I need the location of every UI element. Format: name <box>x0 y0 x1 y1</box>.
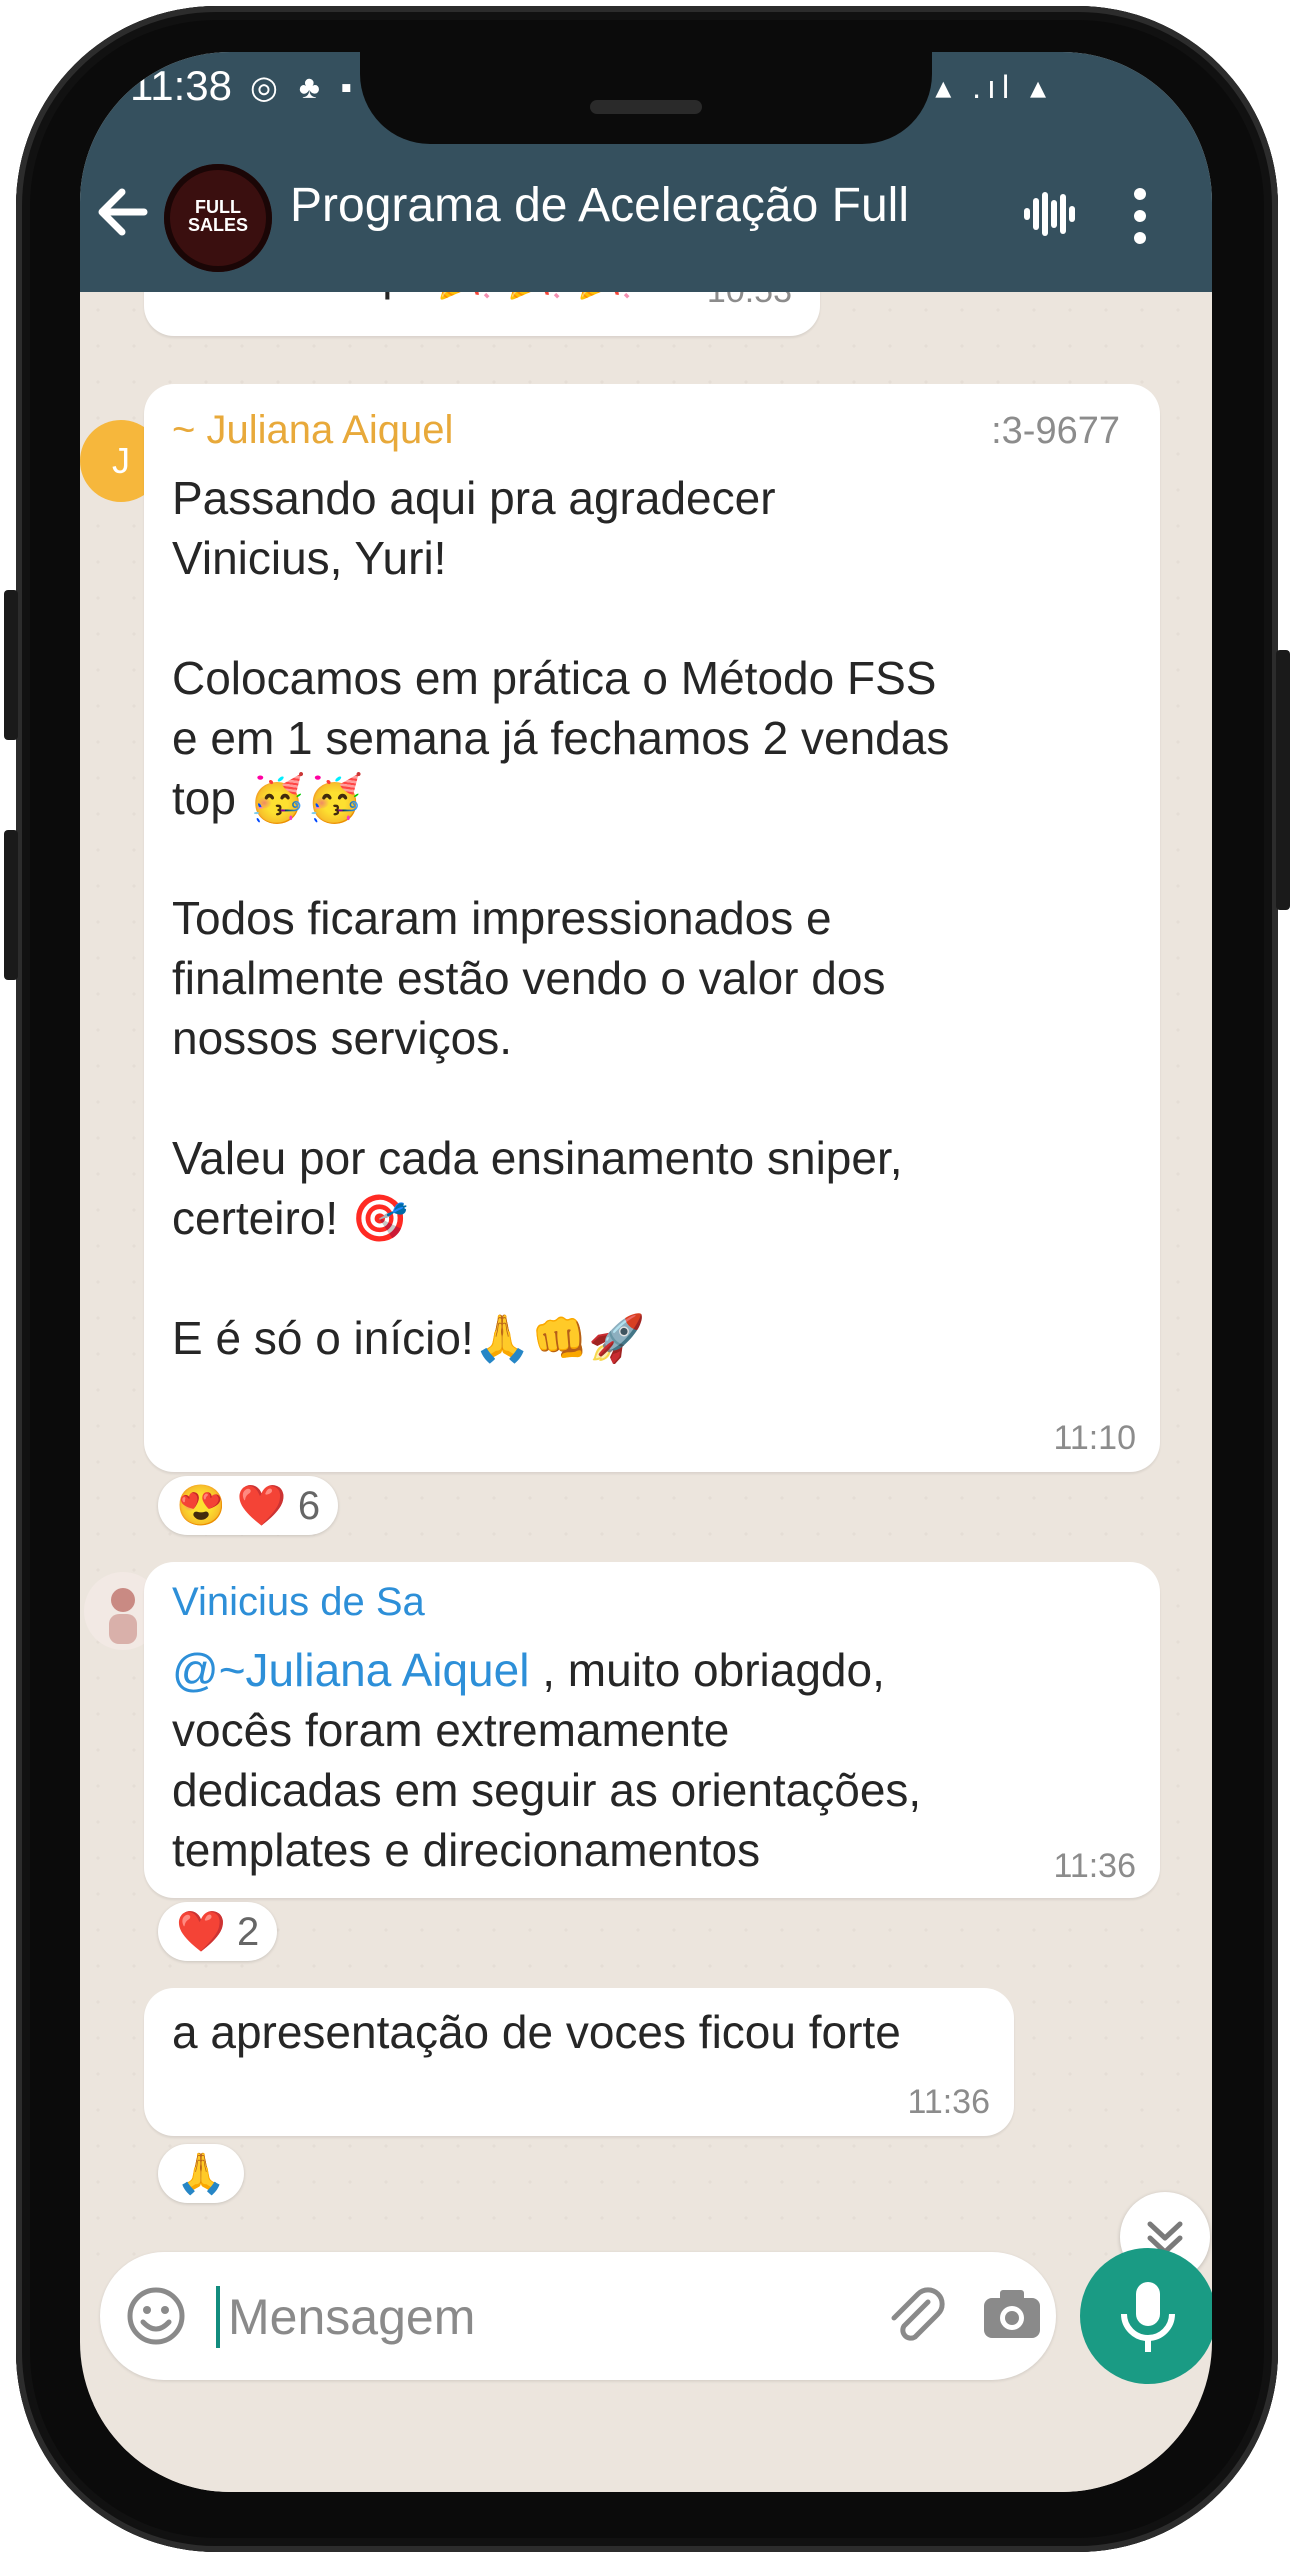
reaction-emojis: ❤️ <box>176 1910 226 1954</box>
reaction-pill[interactable]: 🙏 <box>158 2144 244 2203</box>
navigation-area <box>80 2404 1212 2492</box>
message-time: 11:36 <box>907 2083 990 2121</box>
microphone-icon <box>1121 2282 1175 2352</box>
reaction-emojis: 🙏 <box>176 2152 226 2196</box>
power-button <box>1276 650 1290 910</box>
chat-header: FULL SALES Programa de Aceleração Full..… <box>80 144 1212 292</box>
attach-icon[interactable] <box>880 2280 950 2350</box>
reaction-pill[interactable]: 😍 ❤️ 6 <box>158 1476 339 1535</box>
reaction-count: 6 <box>297 1484 321 1528</box>
message-composer <box>100 2252 1056 2380</box>
back-arrow-icon[interactable] <box>90 172 160 252</box>
emoji-icon[interactable] <box>124 2284 188 2348</box>
earpiece-speaker <box>590 100 702 114</box>
sender-name[interactable]: Vinicius de Sa <box>172 1580 425 1625</box>
mention-link[interactable]: @~Juliana Aiquel <box>172 1644 529 1696</box>
status-time: 11:38 <box>130 62 232 109</box>
message-text: a apresentação de voces ficou forte <box>172 2006 901 2058</box>
microphone-button[interactable] <box>1080 2248 1212 2384</box>
status-icons-right: ▴ .ıl ▴ <box>935 69 1052 105</box>
message-text: @~Juliana Aiquel , muito obriagdo, vocês… <box>172 1640 1132 1880</box>
message-text: Passando aqui pra agradecer Vinicius, Yu… <box>172 472 950 1364</box>
volume-up-button <box>4 590 18 740</box>
sender-name[interactable]: ~ Juliana Aiquel <box>172 408 453 453</box>
phone-screen: 11:38 ◎ ♣ ▪ ▴ .ıl ▴ FULL SALES Programa … <box>80 52 1212 2492</box>
message-bubble-vinicius[interactable]: Vinicius de Sa @~Juliana Aiquel , muito … <box>144 1562 1160 1898</box>
chat-title[interactable]: Programa de Aceleração Full... <box>290 178 910 233</box>
audio-call-icon[interactable] <box>1020 184 1080 244</box>
message-time: 11:10 <box>1053 1419 1136 1457</box>
message-input[interactable] <box>226 2280 650 2354</box>
sender-phone: :3-9677 <box>991 410 1120 452</box>
status-icons-left: ◎ ♣ ▪ <box>250 69 359 105</box>
camera-icon[interactable] <box>980 2282 1044 2346</box>
more-options-icon[interactable] <box>1130 184 1150 248</box>
message-bubble-vinicius-2[interactable]: a apresentação de voces ficou forte 11:3… <box>144 1988 1014 2136</box>
notch <box>360 52 932 144</box>
reaction-emojis: 😍 ❤️ <box>176 1484 287 1528</box>
chat-area: Bom compr 🎉 🎉 🎉 10:53 J ~ Juliana Aiquel… <box>80 248 1212 2282</box>
reaction-count: 2 <box>236 1910 260 1954</box>
message-time: 11:36 <box>1053 1847 1136 1885</box>
reaction-pill[interactable]: ❤️ 2 <box>158 1902 278 1961</box>
group-logo: FULL SALES <box>187 197 248 235</box>
volume-down-button <box>4 830 18 980</box>
text-cursor <box>216 2286 220 2348</box>
message-bubble-juliana[interactable]: ~ Juliana Aiquel :3-9677 Passando aqui p… <box>144 384 1160 1472</box>
group-avatar[interactable]: FULL SALES <box>164 164 272 272</box>
